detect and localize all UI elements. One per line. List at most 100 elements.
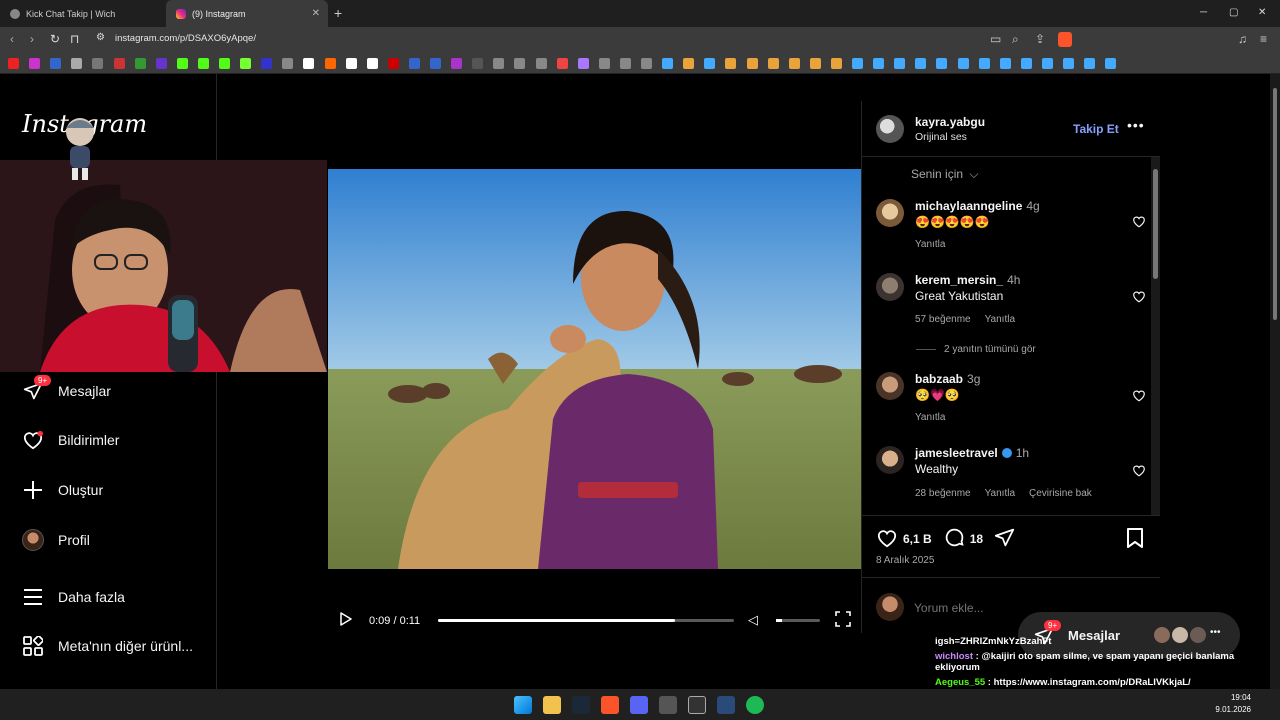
minimize-button[interactable]: ─ [1200,7,1207,18]
bookmark-favicon-icon[interactable] [978,58,990,69]
like-icon[interactable] [876,528,898,551]
post-author[interactable]: kayra.yabgu [915,115,985,129]
reload-button[interactable]: ↻ [50,32,60,46]
url-field[interactable]: instagram.com/p/DSAXO6yApqe/ [115,33,256,44]
bookmark-favicon-icon[interactable] [324,58,336,69]
bookmark-favicon-icon[interactable] [71,58,83,69]
system-clock[interactable]: 19:04 9.01.2026 [1215,693,1251,714]
save-icon[interactable] [1126,528,1144,553]
bookmark-favicon-icon[interactable] [873,58,885,69]
bookmark-favicon-icon[interactable] [683,58,695,69]
bookmark-favicon-icon[interactable] [155,58,167,69]
comment-count[interactable]: 18 [970,532,983,546]
sidebar-item-messages[interactable]: Mesajlar 9+ [22,375,111,403]
bookmark-favicon-icon[interactable] [113,58,125,69]
sidebar-item-notifications[interactable]: Bildirimler [22,428,119,452]
bookmark-favicon-icon[interactable] [282,58,294,69]
share-icon[interactable] [994,527,1015,551]
close-tab-icon[interactable]: ✕ [312,8,320,19]
bookmark-favicon-icon[interactable] [704,58,716,69]
bookmark-favicon-icon[interactable] [725,58,737,69]
screen-cast-icon[interactable]: ▭ [990,32,1001,46]
sidebar-item-meta-products[interactable]: Meta'nın diğer ürünl... [22,634,193,658]
brave-shield-icon[interactable] [1058,32,1072,47]
bookmark-icon[interactable]: ⊓ [70,32,79,46]
like-count[interactable]: 57 beğenme [915,314,971,325]
back-button[interactable]: ‹ [10,32,14,46]
reply-link[interactable]: Yanıtla [915,412,945,423]
file-explorer-icon[interactable] [543,696,561,714]
bookmark-favicon-icon[interactable] [767,58,779,69]
bookmark-favicon-icon[interactable] [662,58,674,69]
play-button[interactable] [340,612,352,631]
comments-scrollbar[interactable] [1151,157,1160,515]
bookmark-favicon-icon[interactable] [240,58,252,69]
bookmark-favicon-icon[interactable] [366,58,378,69]
comment-user[interactable]: michaylaanngeline 4g [915,199,1040,213]
avatar[interactable] [876,446,904,474]
bookmark-favicon-icon[interactable] [8,58,19,69]
bookmark-favicon-icon[interactable] [852,58,863,69]
comment-icon[interactable] [944,527,965,551]
bookmark-favicon-icon[interactable] [514,58,526,69]
bookmark-favicon-icon[interactable] [1105,58,1117,69]
page-scrollbar[interactable] [1270,74,1280,689]
follow-button[interactable]: Takip Et [1073,122,1119,136]
comment-user[interactable]: jamesleetravel 1h [915,446,1029,460]
new-tab-button[interactable]: + [334,5,342,21]
bookmark-favicon-icon[interactable] [176,58,188,69]
fullscreen-icon[interactable] [835,611,851,632]
site-info-icon[interactable]: ⚙ [96,32,105,43]
video-frame[interactable] [328,169,861,569]
comment-user[interactable]: kerem_mersin_ 4h [915,273,1020,287]
reply-link[interactable]: Yanıtla [985,314,1015,325]
bookmark-favicon-icon[interactable] [1063,58,1074,69]
like-count[interactable]: 28 beğenme [915,488,971,499]
reply-link[interactable]: Yanıtla [985,488,1015,499]
sidebar-item-create[interactable]: Oluştur [22,478,103,502]
bookmark-favicon-icon[interactable] [29,58,41,69]
bookmark-favicon-icon[interactable] [92,58,104,69]
avatar[interactable] [876,115,904,143]
bookmark-favicon-icon[interactable] [1041,58,1053,69]
bookmark-favicon-icon[interactable] [219,58,230,69]
bookmark-favicon-icon[interactable] [936,58,948,69]
obs-icon[interactable] [688,696,706,714]
discord-icon[interactable] [630,696,648,714]
zoom-icon[interactable]: ⌕ [1012,32,1019,47]
bookmark-favicon-icon[interactable] [577,58,589,69]
bookmark-favicon-icon[interactable] [999,58,1011,69]
close-window-button[interactable]: ✕ [1258,7,1266,18]
bookmark-favicon-icon[interactable] [619,58,631,69]
bookmark-favicon-icon[interactable] [345,58,357,69]
comment-user[interactable]: babzaab 3g [915,372,980,386]
bookmark-favicon-icon[interactable] [556,58,568,69]
more-options-icon[interactable]: ••• [1127,117,1145,133]
windows-start-icon[interactable] [514,696,532,714]
bookmark-favicon-icon[interactable] [408,58,420,69]
bookmark-favicon-icon[interactable] [303,58,315,69]
view-replies-button[interactable]: 2 yanıtın tümünü gör [916,344,1036,355]
avatar[interactable] [876,199,904,227]
see-translation-link[interactable]: Çevirisine bak [1029,488,1092,499]
video-progress-track[interactable] [438,619,734,622]
brave-browser-icon[interactable] [601,696,619,714]
tab-instagram[interactable]: (9) Instagram ✕ [166,0,328,27]
bookmark-favicon-icon[interactable] [261,58,273,69]
maximize-button[interactable]: ▢ [1229,7,1238,18]
like-comment-icon[interactable] [1132,389,1146,407]
bookmark-favicon-icon[interactable] [50,58,62,69]
bookmark-favicon-icon[interactable] [830,58,842,69]
bookmark-favicon-icon[interactable] [746,58,758,69]
bookmark-favicon-icon[interactable] [641,58,652,69]
bookmark-favicon-icon[interactable] [535,58,547,69]
app-icon[interactable] [659,696,677,714]
menu-icon[interactable]: ≡ [1260,32,1267,46]
bookmark-favicon-icon[interactable] [809,58,821,69]
media-icon[interactable]: ♫ [1238,32,1247,46]
volume-slider[interactable] [776,619,820,622]
bookmark-favicon-icon[interactable] [894,58,906,69]
bookmark-favicon-icon[interactable] [1020,58,1032,69]
bookmark-favicon-icon[interactable] [387,58,399,69]
like-count[interactable]: 6,1 B [903,532,932,546]
